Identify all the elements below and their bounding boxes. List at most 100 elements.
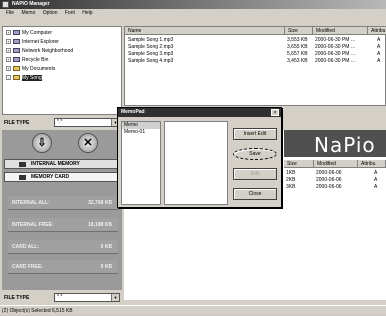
memo-text-area[interactable] (164, 121, 228, 205)
expand-icon[interactable]: + (6, 39, 11, 45)
internal-memory-label: INTERNAL MEMORY (31, 161, 80, 167)
download-button[interactable]: ⇩ (32, 133, 52, 153)
expand-icon[interactable]: + (6, 66, 11, 72)
app-icon (2, 1, 9, 8)
stat-internal-all: INTERNAL ALL: 32,768 KB (8, 196, 118, 210)
file-attr: A (377, 44, 381, 50)
memory-card-button[interactable]: MEMORY CARD (4, 172, 120, 182)
file-modified: 2000-06-06 (316, 184, 342, 190)
tree-item-internet-explorer[interactable]: + Internet Explorer (6, 38, 59, 46)
delete-button[interactable]: ✕ (78, 133, 98, 153)
folder-icon (13, 66, 20, 72)
tree-item-label: My Computer (22, 30, 53, 36)
file-name: Sample Song 2.mp3 (128, 44, 174, 50)
menu-option[interactable]: Option (43, 10, 58, 16)
file-modified: 2000-06-30 PM ... (315, 51, 356, 57)
column-header-name[interactable]: Name (125, 27, 285, 35)
file-size: 3,453 KB (287, 58, 308, 64)
expand-icon[interactable]: + (6, 48, 11, 54)
window-title: NAPIO Manager (12, 1, 50, 7)
internal-memory-button[interactable]: INTERNAL MEMORY (4, 159, 120, 169)
file-size: 3,655 KB (287, 44, 308, 50)
card-icon (19, 175, 26, 180)
file-size: 2KB (286, 177, 296, 183)
expand-icon[interactable]: - (6, 75, 11, 81)
globe-icon (13, 39, 20, 45)
brand-logo: NaPio (314, 133, 376, 157)
file-name: Sample Song 3.mp3 (128, 51, 174, 57)
tree-item-label: My Song (22, 75, 42, 81)
file-size: 1KB (286, 170, 296, 176)
edit-button[interactable]: Edit (233, 168, 277, 180)
stat-label: CARD ALL: (12, 244, 40, 250)
column-header-modified[interactable]: Modified (313, 27, 368, 35)
column-header-size[interactable]: Size (284, 160, 314, 168)
column-header-attributes[interactable]: Attribu (358, 160, 386, 168)
list-item[interactable]: Memo-01 (122, 129, 160, 136)
expand-icon[interactable]: + (6, 57, 11, 63)
file-attr: A (374, 177, 378, 183)
stat-value: 0 KB (100, 264, 112, 270)
stat-value: 32,768 KB (88, 200, 112, 206)
file-modified: 2000-06-30 PM ... (315, 44, 356, 50)
stat-internal-free: INTERNAL FREE: 18,188 KB (8, 218, 118, 232)
app-window: NAPIO Manager File Memo Option Font Help… (0, 0, 386, 315)
list-item[interactable]: Memo (122, 122, 160, 129)
save-button[interactable]: Save (233, 148, 277, 160)
network-icon (13, 48, 20, 54)
file-size: 3KB (286, 184, 296, 190)
folder-icon (13, 75, 20, 81)
menu-help[interactable]: Help (82, 10, 92, 16)
device-file-list[interactable]: Size Modified Attribu 1KB 2000-06-06 A 2… (284, 160, 386, 240)
file-type-filter: FILE TYPE *.* ▼ (2, 118, 122, 128)
menu-memo[interactable]: Memo (21, 10, 35, 16)
insert-edit-button[interactable]: Insert Edit (233, 128, 277, 140)
stat-label: INTERNAL ALL: (12, 200, 50, 206)
menu-font[interactable]: Font (65, 10, 75, 16)
dialog-title: MemoPad (118, 108, 281, 117)
file-type-label: FILE TYPE (4, 295, 30, 301)
chevron-down-icon[interactable]: ▼ (111, 294, 119, 301)
menu-bar: File Memo Option Font Help (0, 9, 386, 18)
file-modified: 2000-06-06 (316, 177, 342, 183)
file-size: 3,553 KB (287, 37, 308, 43)
tree-item-label: Recycle Bin (22, 57, 49, 63)
column-header-attributes[interactable]: Attribu (368, 27, 386, 35)
stat-label: INTERNAL FREE: (12, 222, 54, 228)
tree-item-my-computer[interactable]: + My Computer (6, 29, 52, 37)
close-button[interactable]: Close (233, 188, 277, 200)
column-header-size[interactable]: Size (285, 27, 313, 35)
file-type-select[interactable]: *.* ▼ (54, 118, 120, 127)
memopad-dialog: MemoPad × Memo Memo-01 Insert Edit Save … (117, 107, 282, 208)
expand-icon[interactable]: + (6, 30, 11, 36)
status-bar: (2) Object(s) Selected 6,515 KB (0, 305, 386, 315)
file-name: Sample Song 1.mp3 (128, 37, 174, 43)
file-attr: A (377, 51, 381, 57)
stat-label: CARD FREE: (12, 264, 43, 270)
recycle-bin-icon (13, 57, 20, 63)
file-modified: 2000-06-30 PM ... (315, 37, 356, 43)
device-panel: ⇩ ✕ INTERNAL MEMORY MEMORY CARD INTERNAL… (2, 130, 122, 290)
tree-item-network[interactable]: + Network Neighborhood (6, 47, 73, 55)
file-attr: A (374, 170, 378, 176)
folder-tree[interactable]: + My Computer + Internet Explorer + Network… (2, 26, 122, 115)
tree-item-label: My Documents (22, 66, 56, 72)
close-icon[interactable]: × (271, 109, 279, 116)
file-list[interactable]: Name Size Modified Attribu Sample Song 1… (124, 26, 386, 106)
delete-icon: ✕ (83, 137, 93, 149)
tree-item-my-song[interactable]: - My Song (6, 74, 42, 82)
file-type-select[interactable]: *.* ▼ (54, 293, 120, 302)
tree-item-recycle-bin[interactable]: + Recycle Bin (6, 56, 48, 64)
tree-item-my-documents[interactable]: + My Documents (6, 65, 55, 73)
stat-value: 0 KB (100, 244, 112, 250)
column-header-modified[interactable]: Modified (314, 160, 358, 168)
menu-file[interactable]: File (6, 10, 14, 16)
memo-list[interactable]: Memo Memo-01 (121, 121, 161, 205)
file-attr: A (377, 58, 381, 64)
file-name: Sample Song 4.mp3 (128, 58, 174, 64)
tree-item-label: Internet Explorer (22, 39, 59, 45)
file-attr: A (377, 37, 381, 43)
file-type-filter-bottom: FILE TYPE *.* ▼ (2, 293, 122, 303)
computer-icon (13, 30, 20, 36)
file-size: 5,657 KB (287, 51, 308, 57)
